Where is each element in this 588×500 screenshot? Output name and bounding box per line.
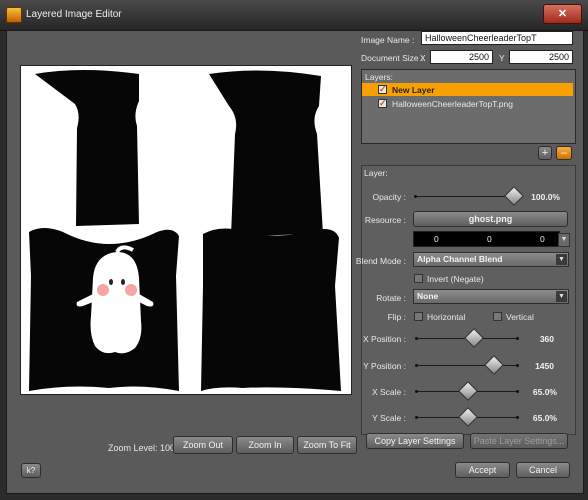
x-scale-label: X Scale : [371,387,406,397]
image-name-field[interactable]: HalloweenCheerleaderTopT [421,31,573,45]
blend-mode-value: Alpha Channel Blend [417,254,503,264]
zoom-in-button[interactable]: Zoom In [236,436,294,454]
x-position-min-tick [415,337,418,340]
rotate-select[interactable]: None ▼ [413,289,569,304]
invert-label: Invert (Negate) [427,274,484,284]
doc-size-x-label: X [420,53,426,63]
layer-item-label: HalloweenCheerleaderTopT.png [392,99,513,109]
opacity-value: 100.0% [531,192,560,202]
color-green-value: 0 [487,234,492,244]
color-blue-value: 0 [540,234,545,244]
title-bar[interactable]: Layered Image Editor ✕ [0,0,588,31]
layer-item-halloween-top[interactable]: ✓ HalloweenCheerleaderTopT.png [362,97,573,110]
close-button[interactable]: ✕ [543,4,582,24]
window-title: Layered Image Editor [26,9,122,20]
color-dropdown-icon[interactable]: ▼ [558,233,570,247]
texture-preview-graphic [29,70,341,391]
y-scale-label: Y Scale : [372,413,406,423]
rotate-label: Rotate : [376,293,406,303]
flip-horizontal-label: Horizontal [427,312,466,322]
doc-size-y-label: Y [499,53,505,63]
zoom-to-fit-button[interactable]: Zoom To Fit [297,436,357,454]
resource-button[interactable]: ghost.png [413,211,568,227]
flip-vertical-checkbox[interactable] [493,312,502,321]
rotate-value: None [417,291,439,301]
x-position-label: X Position : [363,334,406,344]
opacity-slider-min-tick [414,195,417,198]
flip-label: Flip : [387,312,406,322]
app-icon [6,7,22,23]
cancel-button[interactable]: Cancel [516,462,570,478]
image-preview[interactable] [20,65,352,395]
layer-visibility-checkbox[interactable]: ✓ [378,99,387,108]
add-layer-button[interactable]: + [538,146,552,160]
zoom-out-button[interactable]: Zoom Out [173,436,233,454]
resource-label: Resource : [364,215,406,225]
y-position-value: 1450 [535,361,554,371]
remove-layer-button[interactable]: – [556,146,572,160]
document-size-label: Document Size : [361,53,424,63]
layers-list[interactable]: Layers: ✓ New Layer ✓ HalloweenCheerlead… [361,69,576,144]
layer-heading: Layer: [364,168,388,178]
shirt-back-top-shape [35,70,139,226]
layers-heading: Layers: [365,72,393,82]
x-scale-value: 65.0% [532,387,557,397]
y-scale-min-tick [415,416,418,419]
y-scale-value: 65.0% [532,413,557,423]
layer-item-label: New Layer [392,85,435,95]
x-position-value: 360 [539,334,554,344]
color-red-value: 0 [434,234,439,244]
blend-mode-select[interactable]: Alpha Channel Blend ▼ [413,252,569,267]
y-position-min-tick [415,364,418,367]
blend-mode-label: Blend Mode : [355,256,406,266]
color-swatch-field[interactable]: 0 0 0 [413,231,560,247]
flip-vertical-label: Vertical [506,312,534,322]
shirt-side-top-shape [209,70,323,236]
x-scale-min-tick [415,390,418,393]
image-name-label: Image Name : [361,35,415,45]
shirt-back-lower-shape [201,228,341,391]
layer-item-new-layer[interactable]: ✓ New Layer [362,83,573,96]
opacity-label: Opacity : [372,192,406,202]
layer-visibility-checkbox[interactable]: ✓ [378,85,387,94]
chevron-down-icon: ▼ [556,254,567,265]
zoom-level-label: Zoom Level: 100% [108,443,184,453]
invert-checkbox[interactable] [414,274,423,283]
doc-size-x-field[interactable]: 2500 [430,50,493,64]
y-position-label: Y Position : [363,361,406,371]
accept-button[interactable]: Accept [455,462,510,478]
flip-horizontal-checkbox[interactable] [414,312,423,321]
paste-layer-settings-button[interactable]: Paste Layer Settings... [470,433,568,449]
doc-size-y-field[interactable]: 2500 [509,50,573,64]
help-button[interactable]: k? [21,463,41,478]
chevron-down-icon: ▼ [556,291,567,302]
copy-layer-settings-button[interactable]: Copy Layer Settings [366,433,464,449]
